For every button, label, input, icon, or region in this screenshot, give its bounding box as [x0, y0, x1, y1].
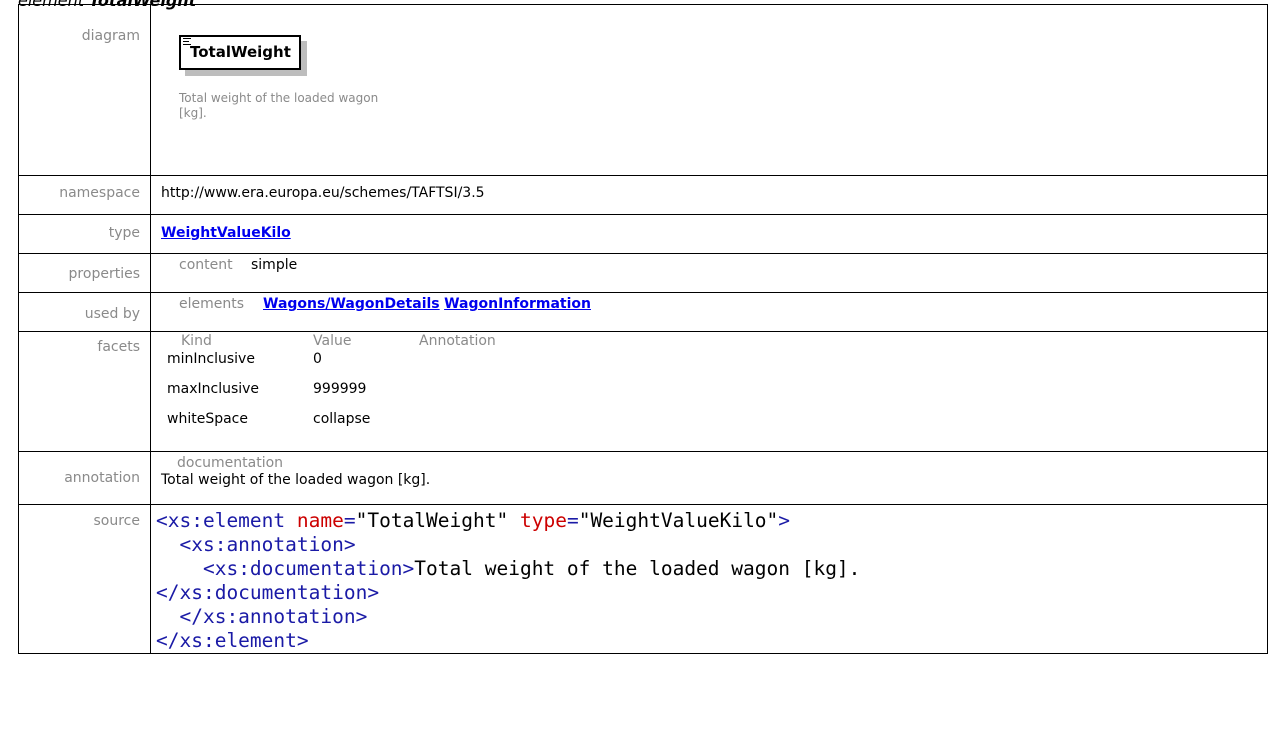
properties-label: properties — [68, 266, 140, 282]
facet-kind: maxInclusive — [167, 381, 260, 397]
used-by-elements: elements Wagons/WagonDetails WagonInforma… — [179, 296, 1267, 312]
facet-row: maxInclusive 999999 — [163, 379, 496, 409]
facets-table: Kind Value Annotation minInclusive 0 max… — [163, 333, 496, 439]
element-properties-table: diagram TotalWeight Total weight of the … — [18, 4, 1268, 654]
annotation-row: annotation documentation Total weight of… — [18, 451, 1268, 505]
used-by-label: used by — [84, 306, 140, 322]
namespace-value: http://www.era.europa.eu/schemes/TAFTSI/… — [161, 185, 485, 201]
namespace-label: namespace — [59, 185, 140, 201]
annotation-key: documentation — [177, 455, 284, 471]
element-doc-icon — [183, 38, 191, 46]
diagram-label: diagram — [81, 28, 140, 44]
facet-value: 0 — [313, 351, 322, 367]
property-content: content simple — [179, 257, 1267, 273]
facets-header-annotation: Annotation — [419, 333, 496, 349]
type-row: type WeightValueKilo — [18, 214, 1268, 254]
facets-row: facets Kind Value Annotation minInclusiv… — [18, 331, 1268, 452]
diagram-row: diagram TotalWeight Total weight of the … — [18, 4, 1268, 176]
facets-label: facets — [97, 339, 140, 355]
used-by-link-wagon-details[interactable]: Wagons/WagonDetails — [263, 296, 440, 312]
type-label: type — [108, 225, 140, 241]
used-by-row: used by elements Wagons/WagonDetails Wago… — [18, 292, 1268, 332]
facets-header-row: Kind Value Annotation — [163, 333, 496, 349]
facet-row: minInclusive 0 — [163, 349, 496, 379]
facet-value: collapse — [313, 411, 371, 427]
annotation-label: annotation — [64, 470, 140, 486]
source-label: source — [93, 513, 141, 529]
property-value: simple — [251, 257, 298, 273]
source-code: <xs:element name="TotalWeight" type="Wei… — [156, 509, 861, 652]
used-by-key: elements — [179, 296, 245, 312]
diagram-element-name: TotalWeight — [190, 43, 291, 61]
namespace-row: namespace http://www.era.europa.eu/schem… — [18, 175, 1268, 215]
facets-header-kind: Kind — [181, 333, 212, 349]
used-by-link-wagon-information[interactable]: WagonInformation — [444, 296, 591, 312]
facet-kind: whiteSpace — [167, 411, 248, 427]
diagram: TotalWeight Total weight of the loaded w… — [161, 5, 1267, 175]
source-row: source <xs:element name="TotalWeight" ty… — [18, 504, 1268, 654]
type-link[interactable]: WeightValueKilo — [161, 225, 291, 241]
facets-header-value: Value — [313, 333, 352, 349]
properties-row: properties content simple — [18, 253, 1268, 293]
facet-kind: minInclusive — [167, 351, 255, 367]
annotation-text: Total weight of the loaded wagon [kg]. — [161, 472, 431, 488]
property-key: content — [179, 257, 233, 273]
facet-row: whiteSpace collapse — [163, 409, 496, 439]
diagram-element-box[interactable]: TotalWeight — [179, 35, 301, 70]
facet-value: 999999 — [313, 381, 367, 397]
diagram-documentation: Total weight of the loaded wagon [kg]. — [179, 91, 379, 120]
